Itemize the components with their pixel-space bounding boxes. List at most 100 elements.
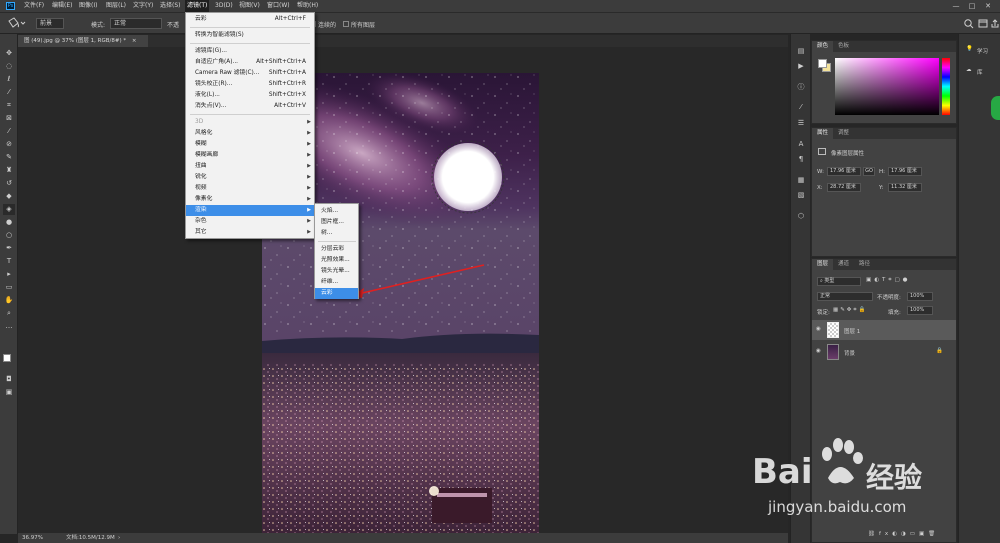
history-brush-tool-icon[interactable]: ↺ [3,178,15,189]
layer-filter-icons[interactable]: ▣◐T⌗▢● [866,277,910,284]
width-field[interactable]: 17.96 厘米 [827,167,861,176]
menu-filter[interactable]: 滤镜(T) [185,0,210,12]
filter-menu-video[interactable]: 视频 ▶ [186,183,314,194]
more-tools-icon[interactable]: … [3,321,15,332]
menu-layer[interactable]: 图层(L) [106,0,126,12]
adjustments-icon[interactable]: ☰ [795,118,807,129]
paint-bucket-tool-icon[interactable]: ◈ [3,204,15,215]
filter-menu-blur[interactable]: 模糊 ▶ [186,139,314,150]
lasso-tool-icon[interactable]: ℓ [3,74,15,85]
color-fg-swatch[interactable] [818,59,827,68]
character-icon[interactable]: A [795,139,807,150]
search-icon[interactable] [963,18,975,30]
healing-brush-tool-icon[interactable]: ⊘ [3,139,15,150]
rectangle-tool-icon[interactable]: ▭ [3,282,15,293]
tab-swatches[interactable]: 色板 [833,41,854,52]
type-tool-icon[interactable]: T [3,256,15,267]
tab-paths[interactable]: 路径 [854,259,875,270]
foreground-color-swatch[interactable] [3,354,11,362]
render-picture-frame[interactable]: 图片框... [315,217,358,228]
tab-color[interactable]: 颜色 [812,41,834,52]
path-selection-tool-icon[interactable]: ▸ [3,269,15,280]
filter-menu-gallery[interactable]: 滤镜库(G)... [186,46,314,57]
filter-menu-camera-raw[interactable]: Camera Raw 滤镜(C)... Shift+Ctrl+A [186,68,314,79]
tab-layers[interactable]: 图层 [812,259,834,270]
info-icon[interactable]: ⓘ [795,82,807,93]
filter-menu-3d[interactable]: 3D ▶ [186,117,314,128]
layer-row-background[interactable]: ◉ 背景 🔒 [812,342,956,362]
blend-mode-select[interactable]: 正常 [817,292,873,301]
glyphs-icon[interactable]: ▦ [795,175,807,186]
frame-tool-icon[interactable]: ⊠ [3,113,15,124]
move-tool-icon[interactable]: ✥ [3,48,15,59]
share-icon[interactable] [990,18,1000,30]
learn-label[interactable]: 学习 [977,47,988,55]
height-field[interactable]: 17.96 厘米 [888,167,922,176]
filter-menu-vanishing-point[interactable]: 消失点(V)... Alt+Ctrl+V [186,101,314,112]
filter-menu-sharpen[interactable]: 锐化 ▶ [186,172,314,183]
learn-icon[interactable]: 💡 [966,46,973,52]
menu-help[interactable]: 帮助(H) [297,0,318,12]
render-flame[interactable]: 火焰... [315,206,358,217]
filter-menu-liquify[interactable]: 液化(L)... Shift+Ctrl+X [186,90,314,101]
library-label[interactable]: 库 [977,68,983,76]
brush-settings-icon[interactable]: ⁄ [795,102,807,113]
layer-footer-icons[interactable]: ⛓fx◐◑▭▣🗑 [868,531,939,537]
workspace-icon[interactable] [978,18,988,30]
marquee-tool-icon[interactable]: ◌ [3,61,15,72]
x-field[interactable]: 28.72 厘米 [827,183,861,192]
minimize-icon[interactable]: — [950,0,962,12]
dodge-tool-icon[interactable]: ○ [3,230,15,241]
layer-opacity-field[interactable]: 100% [907,292,933,301]
render-clouds[interactable]: 云彩 [315,288,358,299]
pen-tool-icon[interactable]: ✒ [3,243,15,254]
fill-field[interactable]: 100% [907,306,933,315]
lock-options-icons[interactable]: ▦✎✥⌗🔒 [833,307,867,314]
layer-kind-filter[interactable]: ⌕ 类型 [817,277,861,286]
render-lens-flare[interactable]: 镜头光晕... [315,266,358,277]
visibility-eye-icon[interactable]: ◉ [816,348,821,354]
screen-mode-icon[interactable]: ▣ [3,387,15,398]
close-window-icon[interactable]: ✕ [982,0,994,12]
quick-mask-icon[interactable]: ◘ [3,374,15,385]
close-tab-icon[interactable]: × [132,38,137,44]
menu-3d[interactable]: 3D(D) [215,0,233,12]
zoom-tool-icon[interactable]: ⌕ [3,308,15,319]
3d-icon[interactable]: ⬡ [795,211,807,222]
menu-select[interactable]: 选择(S) [160,0,181,12]
color-field[interactable] [835,58,939,115]
filter-menu-smart-filter[interactable]: 转换为智能滤镜(S) [186,30,314,41]
hand-tool-icon[interactable]: ✋ [3,295,15,306]
filter-menu-distort[interactable]: 扭曲 ▶ [186,161,314,172]
fill-source-select[interactable]: 前景 [36,18,64,29]
libraries-icon[interactable]: ▧ [795,190,807,201]
zoom-level[interactable]: 36.97% [22,533,43,543]
filter-menu-render[interactable]: 渲染 ▶ [186,205,314,216]
filter-menu-lens-correction[interactable]: 镜头校正(R)... Shift+Ctrl+R [186,79,314,90]
actions-play-icon[interactable]: ▶ [795,61,807,72]
menu-view[interactable]: 视图(V) [239,0,260,12]
blur-tool-icon[interactable]: ● [3,217,15,228]
render-lighting-effects[interactable]: 光照效果... [315,255,358,266]
quick-select-tool-icon[interactable]: ⁄ [3,87,15,98]
paragraph-icon[interactable]: ¶ [795,154,807,165]
filter-menu-last-filter[interactable]: 云彩 Alt+Ctrl+F [186,14,314,25]
menu-window[interactable]: 窗口(W) [267,0,290,12]
maximize-icon[interactable]: □ [966,0,978,12]
render-difference-clouds[interactable]: 分层云彩 [315,244,358,255]
hue-slider[interactable] [942,58,950,115]
tab-adjustments[interactable]: 调整 [833,128,854,139]
render-tree[interactable]: 树... [315,228,358,239]
tab-channels[interactable]: 通道 [833,259,854,270]
filter-menu-stylize[interactable]: 风格化 ▶ [186,128,314,139]
document-tab[interactable]: 图 (49).jpg @ 37% (图层 1, RGB/8#) * × [18,35,148,47]
layer-row-layer1[interactable]: ◉ 图层 1 [812,320,956,340]
history-icon[interactable]: ▤ [795,46,807,57]
filter-menu-adaptive-wide-angle[interactable]: 自适应广角(A)... Alt+Shift+Ctrl+A [186,57,314,68]
clone-stamp-tool-icon[interactable]: ♜ [3,165,15,176]
eraser-tool-icon[interactable]: ◆ [3,191,15,202]
menu-type[interactable]: 文字(Y) [133,0,153,12]
eyedropper-tool-icon[interactable]: ⁄ [3,126,15,137]
crop-tool-icon[interactable]: ⌗ [3,100,15,111]
brush-tool-icon[interactable]: ✎ [3,152,15,163]
